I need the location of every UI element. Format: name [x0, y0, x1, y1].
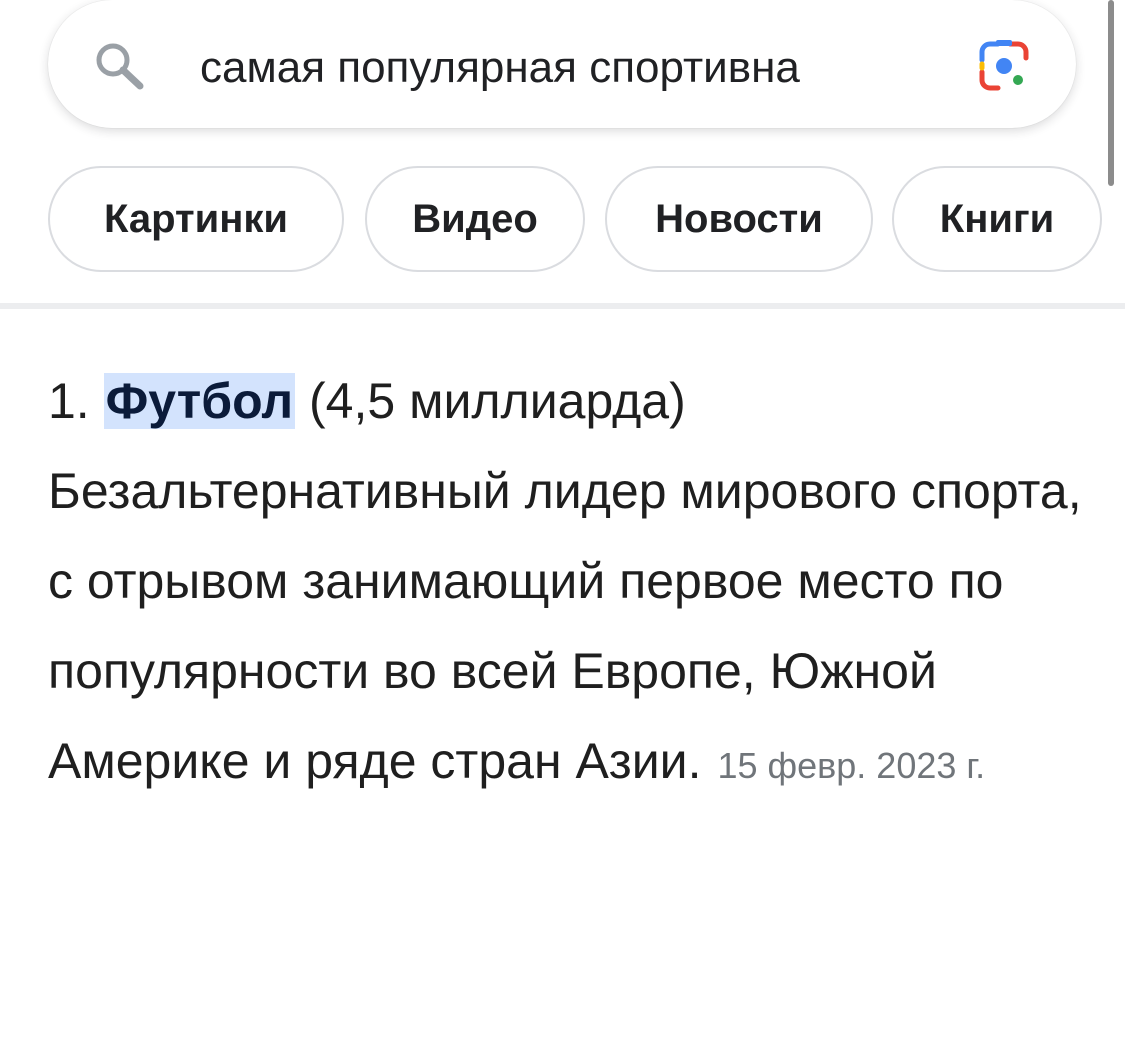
result-date: 15 февр. 2023 г.	[717, 745, 986, 786]
search-icon[interactable]	[92, 40, 148, 90]
chip-video[interactable]: Видео	[365, 166, 585, 272]
result-body: Безальтернативный лидер мирового спорта,…	[48, 463, 1082, 789]
chip-news[interactable]: Новости	[605, 166, 873, 272]
google-lens-icon[interactable]	[976, 38, 1032, 94]
chip-books[interactable]: Книги	[892, 166, 1102, 272]
divider	[0, 303, 1125, 309]
result-heading-rest: (4,5 миллиарда)	[295, 373, 686, 429]
featured-snippet: 1. Футбол (4,5 миллиарда) Безальтернатив…	[48, 356, 1098, 811]
result-highlight: Футбол	[103, 373, 296, 429]
result-number: 1.	[48, 373, 90, 429]
chip-images[interactable]: Картинки	[48, 166, 344, 272]
search-input[interactable]: самая популярная спортивна	[200, 38, 935, 98]
scrollbar[interactable]	[1108, 0, 1114, 186]
